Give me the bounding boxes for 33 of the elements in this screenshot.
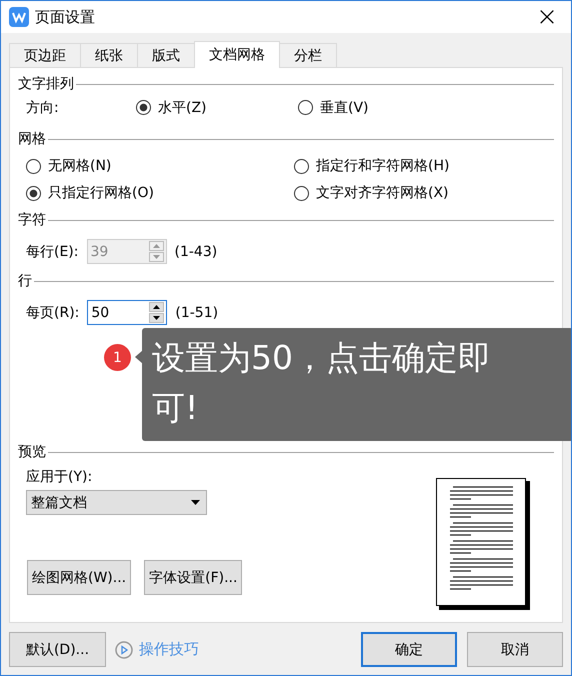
range-label: (1-43) xyxy=(174,244,218,260)
section-title: 文字排列 xyxy=(18,75,74,93)
range-label: (1-51) xyxy=(175,304,218,320)
radio-button[interactable]: 只指定行网格(O) xyxy=(26,184,294,202)
dialog-button[interactable]: 字体设置(F)... xyxy=(144,560,242,595)
field-label: 应用于(Y): xyxy=(26,468,94,486)
radio-button[interactable]: 无网格(N) xyxy=(26,157,294,175)
tab[interactable]: 页边距 xyxy=(9,43,81,68)
field-label: 每页(R): xyxy=(26,304,80,322)
number-spinner[interactable]: 50 xyxy=(87,300,168,325)
close-button[interactable]: × xyxy=(531,1,563,33)
radio-button[interactable]: 指定行和字符网格(H) xyxy=(294,157,554,175)
app-logo-icon xyxy=(9,7,29,27)
apply-to-dropdown[interactable]: 整篇文档 xyxy=(26,490,207,515)
cancel-button[interactable]: 取消 xyxy=(467,632,563,667)
window-title: 页面设置 xyxy=(35,8,96,26)
tooltip-text: 设置为50，点击确定即可! xyxy=(142,328,571,441)
section-title: 行 xyxy=(18,272,32,290)
field-label: 方向: xyxy=(26,98,60,116)
section-title: 字符 xyxy=(18,211,46,229)
caret-icon xyxy=(191,500,200,505)
dialog-button[interactable]: 绘图网格(W)... xyxy=(27,560,132,595)
radio-button[interactable]: 垂直(V) xyxy=(298,98,554,116)
ok-button[interactable]: 确定 xyxy=(361,632,457,667)
radio-button[interactable]: 水平(Z) xyxy=(136,98,298,116)
tab[interactable]: 文档网格 xyxy=(194,41,280,68)
section-title: 网格 xyxy=(18,130,46,148)
section-title: 预览 xyxy=(18,443,46,461)
tab[interactable]: 分栏 xyxy=(279,43,337,68)
field-label: 每行(E): xyxy=(26,242,78,260)
play-icon xyxy=(115,640,133,658)
default-button[interactable]: 默认(D)... xyxy=(9,632,106,667)
radio-button[interactable]: 文字对齐字符网格(X) xyxy=(294,184,554,202)
